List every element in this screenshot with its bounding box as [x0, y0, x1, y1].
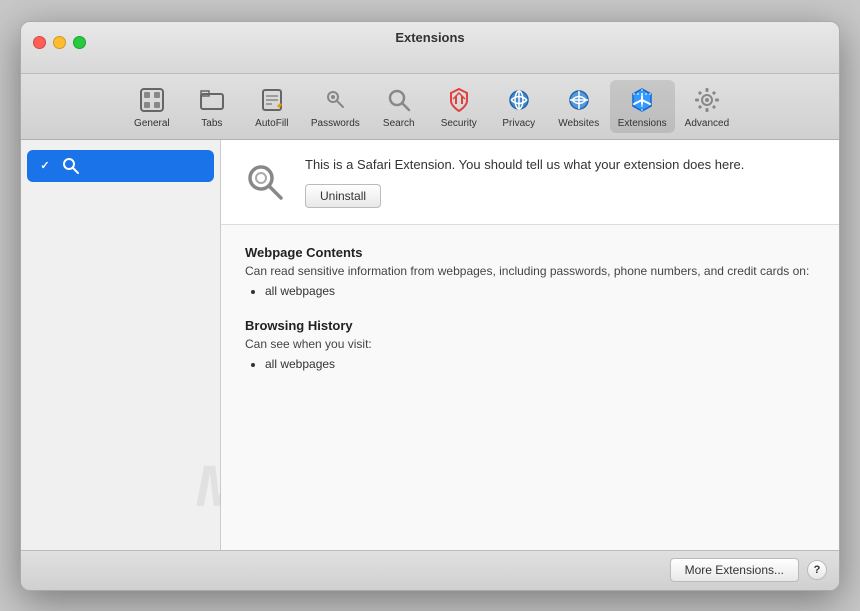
general-label: General [134, 118, 170, 129]
browsing-history-description: Can see when you visit: [245, 337, 815, 351]
security-icon [443, 84, 475, 116]
permissions-area: Webpage Contents Can read sensitive info… [221, 225, 839, 550]
window-title: Extensions [395, 30, 464, 45]
toolbar-item-search[interactable]: Search [370, 80, 428, 133]
tabs-label: Tabs [201, 118, 222, 129]
browsing-history-list: all webpages [265, 357, 815, 371]
extension-header: This is a Safari Extension. You should t… [221, 140, 839, 225]
checkmark-icon: ✓ [40, 159, 49, 172]
privacy-icon [503, 84, 535, 116]
search-icon [383, 84, 415, 116]
toolbar-item-autofill[interactable]: AutoFill [243, 80, 301, 133]
more-extensions-button[interactable]: More Extensions... [670, 558, 799, 582]
extension-info: This is a Safari Extension. You should t… [305, 156, 819, 208]
content-area: This is a Safari Extension. You should t… [221, 140, 839, 550]
browsing-history-item: all webpages [265, 357, 815, 371]
security-label: Security [441, 118, 477, 129]
toolbar: General Tabs AutoFill [21, 74, 839, 140]
webpage-contents-item: all webpages [265, 284, 815, 298]
toolbar-item-extensions[interactable]: Extensions [610, 80, 675, 133]
browsing-history-section: Browsing History Can see when you visit:… [245, 318, 815, 371]
extension-main-icon [241, 158, 289, 206]
webpage-contents-section: Webpage Contents Can read sensitive info… [245, 245, 815, 298]
toolbar-item-privacy[interactable]: Privacy [490, 80, 548, 133]
autofill-icon [256, 84, 288, 116]
webpage-contents-description: Can read sensitive information from webp… [245, 264, 815, 278]
advanced-icon [691, 84, 723, 116]
toolbar-item-websites[interactable]: Websites [550, 80, 608, 133]
autofill-label: AutoFill [255, 118, 288, 129]
toolbar-item-tabs[interactable]: Tabs [183, 80, 241, 133]
titlebar: Extensions [21, 22, 839, 74]
passwords-icon [319, 84, 351, 116]
passwords-label: Passwords [311, 118, 360, 129]
extensions-icon [626, 84, 658, 116]
extension-checkbox[interactable]: ✓ [37, 158, 53, 174]
toolbar-item-advanced[interactable]: Advanced [677, 80, 737, 133]
window-controls [33, 36, 86, 49]
toolbar-item-passwords[interactable]: Passwords [303, 80, 368, 133]
websites-label: Websites [558, 118, 599, 129]
sidebar: ✓ [21, 140, 221, 550]
toolbar-item-security[interactable]: Security [430, 80, 488, 133]
extensions-label: Extensions [618, 118, 667, 129]
webpage-contents-list: all webpages [265, 284, 815, 298]
sidebar-item-search-extension[interactable]: ✓ [27, 150, 214, 182]
general-icon [136, 84, 168, 116]
footer: More Extensions... ? [21, 550, 839, 590]
safari-preferences-window: Extensions General T [20, 21, 840, 591]
maximize-button[interactable] [73, 36, 86, 49]
toolbar-item-general[interactable]: General [123, 80, 181, 133]
search-label: Search [383, 118, 415, 129]
minimize-button[interactable] [53, 36, 66, 49]
help-button[interactable]: ? [807, 560, 827, 580]
privacy-label: Privacy [502, 118, 535, 129]
main-area: MALWARETIPS ✓ [21, 140, 839, 550]
webpage-contents-title: Webpage Contents [245, 245, 815, 260]
extension-sidebar-icon [61, 156, 81, 176]
websites-icon [563, 84, 595, 116]
browsing-history-title: Browsing History [245, 318, 815, 333]
advanced-label: Advanced [685, 118, 729, 129]
tabs-icon [196, 84, 228, 116]
uninstall-button[interactable]: Uninstall [305, 184, 381, 208]
close-button[interactable] [33, 36, 46, 49]
extension-description: This is a Safari Extension. You should t… [305, 156, 819, 174]
